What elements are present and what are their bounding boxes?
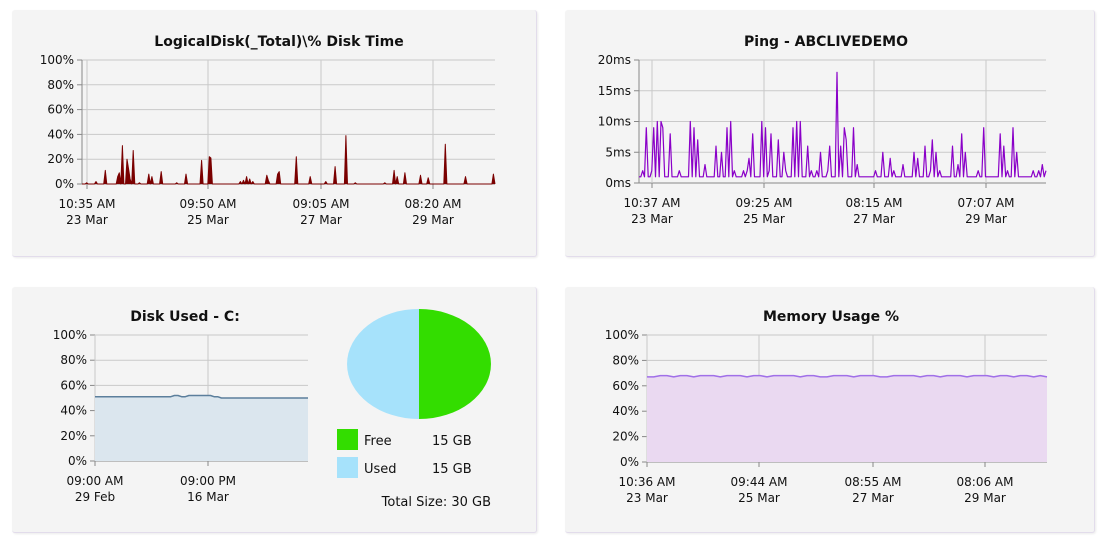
legend-value-free: 15 GB [432,434,472,449]
x-tick-time: 10:35 AM [59,197,116,211]
x-tick-time: 09:44 AM [731,475,788,489]
memory-usage-panel: Memory Usage % 100% 80% 60% 40% 20% 0% 10:36 A… [565,287,1095,533]
x-tick-time: 08:20 AM [405,197,462,211]
y-tick-label: 20% [60,429,87,443]
chart-title: Ping - ABCLIVEDEMO [744,34,908,50]
x-tick-time: 07:07 AM [958,196,1015,210]
chart-title: Disk Used - C: [130,309,240,325]
x-tick-date: 27 Mar [300,213,342,227]
memory-usage-chart: Memory Usage % 100% 80% 60% 40% 20% 0% 10:36 A… [605,309,1048,505]
x-tick-time: 08:15 AM [846,196,903,210]
pie-slice-free [419,309,491,419]
y-tick-label: 40% [60,404,87,418]
y-tick-label: 20ms [598,53,631,67]
y-tick-label: 80% [60,353,87,367]
y-tick-label: 80% [47,78,74,92]
x-tick-date: 29 Mar [412,213,454,227]
x-tick-time: 09:00 PM [180,474,236,488]
y-tick-label: 20% [47,152,74,166]
y-tick-label: 60% [612,379,639,393]
pie-slice-used [347,309,419,419]
x-tick-time: 10:36 AM [619,475,676,489]
disk-used-chart: Disk Used - C: Free 15 GB Used 15 GB Tot… [53,309,491,510]
y-tick-label: 0ms [605,176,631,190]
x-tick-time: 09:25 AM [736,196,793,210]
x-tick-date: 27 Mar [852,491,894,505]
disk-time-panel: LogicalDisk(_Total)\% Disk Time 100% 80% 6… [12,10,537,257]
x-tick-date: 29 Mar [965,212,1007,226]
disk-time-chart: LogicalDisk(_Total)\% Disk Time 100% 80% 6… [40,34,496,227]
legend-swatch-free [337,429,358,450]
y-tick-label: 60% [47,103,74,117]
chart-title: Memory Usage % [763,309,899,325]
y-tick-label: 0% [620,455,639,469]
x-tick-time: 09:00 AM [67,474,124,488]
y-tick-label: 20% [612,430,639,444]
y-tick-label: 100% [605,328,639,342]
y-tick-label: 15ms [598,84,631,98]
ping-panel: Ping - ABCLIVEDEMO 20ms 15ms 10ms 5ms 0ms 10:… [565,10,1095,257]
x-tick-date: 29 Feb [75,490,115,504]
y-tick-label: 100% [53,328,87,342]
x-tick-date: 23 Mar [626,491,668,505]
disk-pie-chart [347,309,491,419]
chart-title: LogicalDisk(_Total)\% Disk Time [154,34,403,50]
y-tick-label: 10ms [598,115,631,129]
y-tick-label: 80% [612,353,639,367]
y-tick-label: 40% [612,404,639,418]
y-tick-label: 0% [68,454,87,468]
y-tick-label: 100% [40,53,74,67]
series-area-2 [95,395,308,461]
series-area-4 [647,375,1047,462]
total-size-label: Total Size: 30 GB [381,495,491,510]
x-tick-date: 25 Mar [187,213,229,227]
series-line-1 [639,71,1047,178]
y-tick-label: 60% [60,378,87,392]
x-tick-time: 10:37 AM [624,196,681,210]
x-tick-date: 27 Mar [853,212,895,226]
x-tick-date: 23 Mar [66,213,108,227]
x-tick-date: 29 Mar [964,491,1006,505]
ping-chart: Ping - ABCLIVEDEMO 20ms 15ms 10ms 5ms 0ms 10:… [598,34,1047,226]
x-tick-time: 08:06 AM [957,475,1014,489]
legend-label-used: Used [364,462,397,477]
x-tick-date: 25 Mar [738,491,780,505]
y-tick-label: 0% [55,177,74,191]
x-tick-date: 25 Mar [743,212,785,226]
legend-swatch-used [337,457,358,478]
x-tick-time: 08:55 AM [845,475,902,489]
x-tick-date: 16 Mar [187,490,229,504]
legend-value-used: 15 GB [432,462,472,477]
disk-used-panel: Disk Used - C: Free 15 GB Used 15 GB Tot… [12,287,537,533]
y-tick-label: 5ms [605,145,631,159]
x-tick-date: 23 Mar [631,212,673,226]
x-tick-time: 09:05 AM [293,197,350,211]
x-tick-time: 09:50 AM [180,197,237,211]
legend-label-free: Free [364,434,392,449]
y-tick-label: 40% [47,127,74,141]
